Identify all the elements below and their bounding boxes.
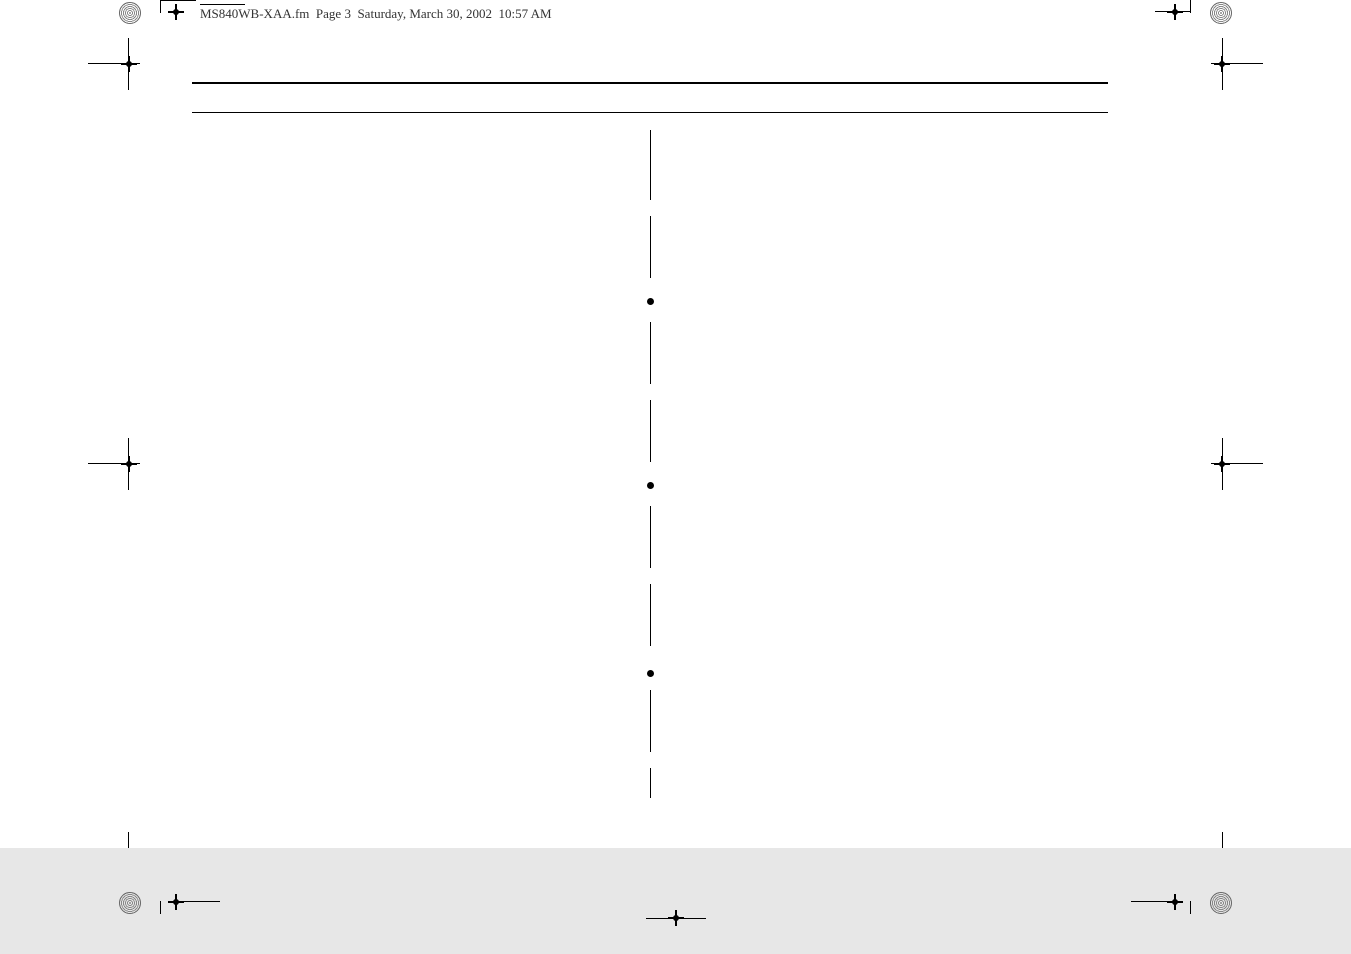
crop-line bbox=[1190, 901, 1191, 914]
bullet-icon bbox=[647, 482, 654, 489]
bullet-icon bbox=[647, 670, 654, 677]
registration-mark-icon bbox=[1214, 456, 1230, 472]
header-page: Page 3 bbox=[316, 6, 351, 21]
registration-mark-icon bbox=[168, 894, 184, 910]
registration-mark-icon bbox=[668, 910, 684, 926]
crop-line bbox=[1131, 901, 1167, 902]
page-rule-thin bbox=[192, 112, 1108, 113]
registration-mark-icon bbox=[1167, 894, 1183, 910]
registration-circle-top-left bbox=[119, 2, 141, 24]
header-date: Saturday, March 30, 2002 bbox=[357, 6, 492, 21]
page-header: MS840WB-XAA.fm Page 3 Saturday, March 30… bbox=[200, 5, 552, 22]
registration-mark-icon bbox=[1214, 56, 1230, 72]
registration-circle-top-right bbox=[1210, 2, 1232, 24]
page-rule-thick bbox=[192, 82, 1108, 84]
header-filename: MS840WB-XAA.fm bbox=[200, 6, 309, 21]
crop-line bbox=[184, 901, 220, 902]
registration-mark-icon bbox=[121, 456, 137, 472]
registration-mark-icon bbox=[121, 56, 137, 72]
registration-mark-icon bbox=[168, 4, 184, 20]
bullet-icon bbox=[647, 298, 654, 305]
crop-line bbox=[1190, 0, 1191, 13]
registration-circle-bot-left bbox=[119, 892, 141, 914]
registration-mark-icon bbox=[1167, 4, 1183, 20]
crop-line bbox=[160, 0, 196, 1]
crop-line bbox=[160, 901, 161, 914]
registration-circle-bot-right bbox=[1210, 892, 1232, 914]
header-time: 10:57 AM bbox=[499, 6, 552, 21]
crop-line bbox=[160, 0, 161, 13]
